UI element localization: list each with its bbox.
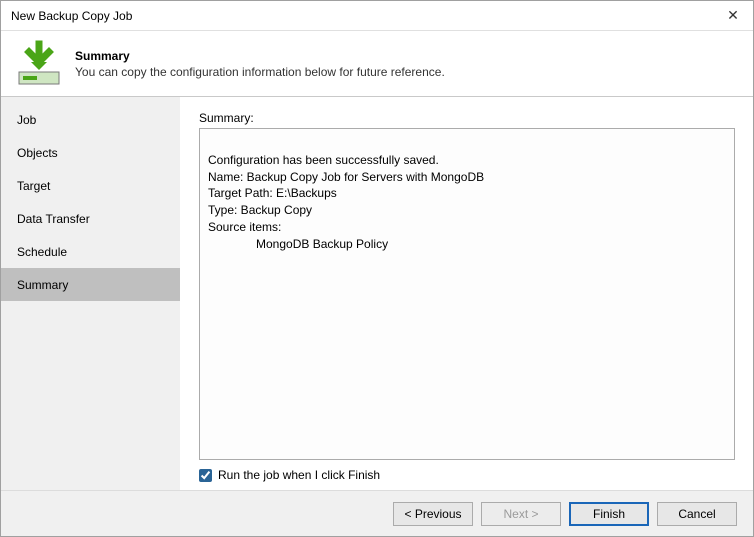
sidebar-item-data-transfer[interactable]: Data Transfer	[1, 202, 180, 235]
button-bar: < Previous Next > Finish Cancel	[1, 490, 753, 536]
run-on-finish-checkbox[interactable]	[199, 469, 212, 482]
sidebar-item-summary[interactable]: Summary	[1, 268, 180, 301]
next-button: Next >	[481, 502, 561, 526]
summary-label: Summary:	[199, 111, 735, 125]
cancel-button[interactable]: Cancel	[657, 502, 737, 526]
sidebar-item-schedule[interactable]: Schedule	[1, 235, 180, 268]
header-text-block: Summary You can copy the configuration i…	[75, 49, 739, 79]
sidebar-item-target[interactable]: Target	[1, 169, 180, 202]
main-panel: Summary: Configuration has been successf…	[181, 97, 753, 490]
summary-line: Source items:	[208, 220, 281, 234]
run-on-finish-row: Run the job when I click Finish	[199, 468, 735, 482]
window-title: New Backup Copy Job	[11, 9, 132, 23]
run-on-finish-label: Run the job when I click Finish	[218, 468, 380, 482]
page-title: Summary	[75, 49, 739, 63]
summary-line: Type: Backup Copy	[208, 203, 312, 217]
page-subtitle: You can copy the configuration informati…	[75, 65, 739, 79]
backup-copy-icon	[15, 40, 63, 88]
titlebar: New Backup Copy Job ✕	[1, 1, 753, 31]
sidebar-item-label: Target	[17, 179, 50, 193]
wizard-body: Job Objects Target Data Transfer Schedul…	[1, 97, 753, 490]
finish-button[interactable]: Finish	[569, 502, 649, 526]
summary-line-source-item: MongoDB Backup Policy	[208, 236, 726, 253]
summary-textbox[interactable]: Configuration has been successfully save…	[199, 128, 735, 460]
sidebar-item-objects[interactable]: Objects	[1, 136, 180, 169]
summary-line: Configuration has been successfully save…	[208, 153, 439, 167]
nav-sidebar: Job Objects Target Data Transfer Schedul…	[1, 97, 181, 490]
wizard-header: Summary You can copy the configuration i…	[1, 31, 753, 97]
close-icon[interactable]: ✕	[713, 2, 753, 30]
sidebar-item-label: Summary	[17, 278, 68, 292]
sidebar-item-label: Objects	[17, 146, 58, 160]
sidebar-item-label: Job	[17, 113, 36, 127]
previous-button[interactable]: < Previous	[393, 502, 473, 526]
sidebar-item-job[interactable]: Job	[1, 103, 180, 136]
sidebar-item-label: Schedule	[17, 245, 67, 259]
sidebar-item-label: Data Transfer	[17, 212, 90, 226]
summary-line: Target Path: E:\Backups	[208, 186, 337, 200]
dialog-window: New Backup Copy Job ✕ Summary You can co…	[0, 0, 754, 537]
summary-line: Name: Backup Copy Job for Servers with M…	[208, 170, 484, 184]
